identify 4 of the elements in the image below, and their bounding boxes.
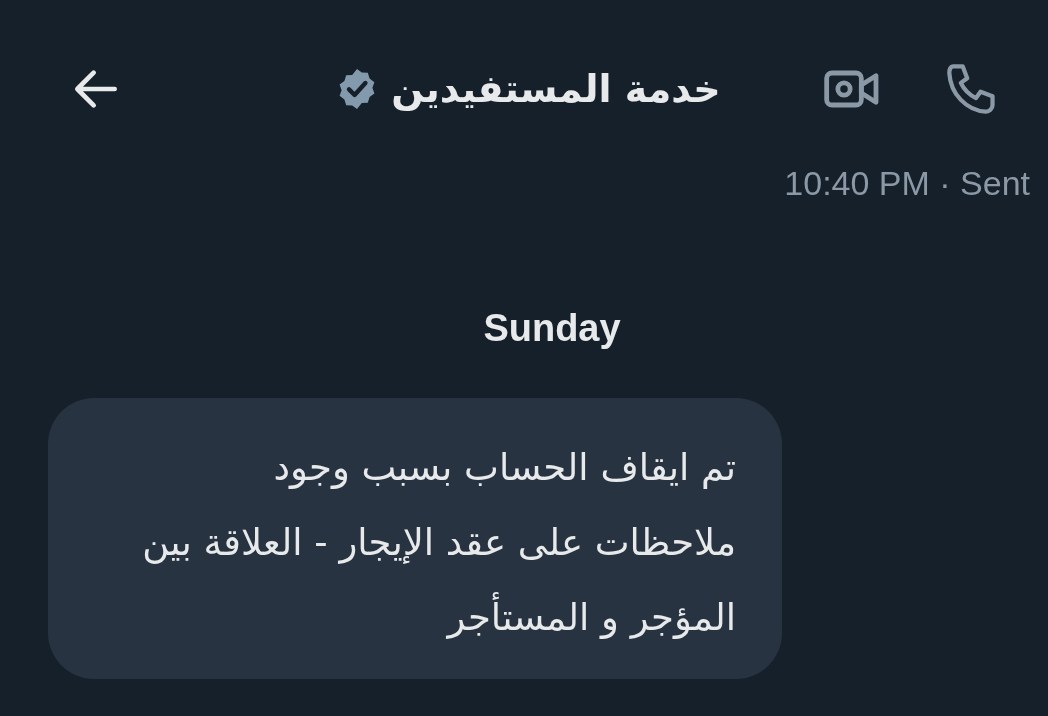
chat-title: خدمة المستفيدين	[391, 67, 721, 111]
message-status: 10:40 PM · Sent	[784, 164, 1030, 203]
message-bubble: تم ايقاف الحساب بسبب وجود ملاحظات على عقد الإيجار - العلاقة بين المؤجر و المستأجر	[48, 398, 782, 679]
day-separator: Sunday	[482, 307, 621, 350]
